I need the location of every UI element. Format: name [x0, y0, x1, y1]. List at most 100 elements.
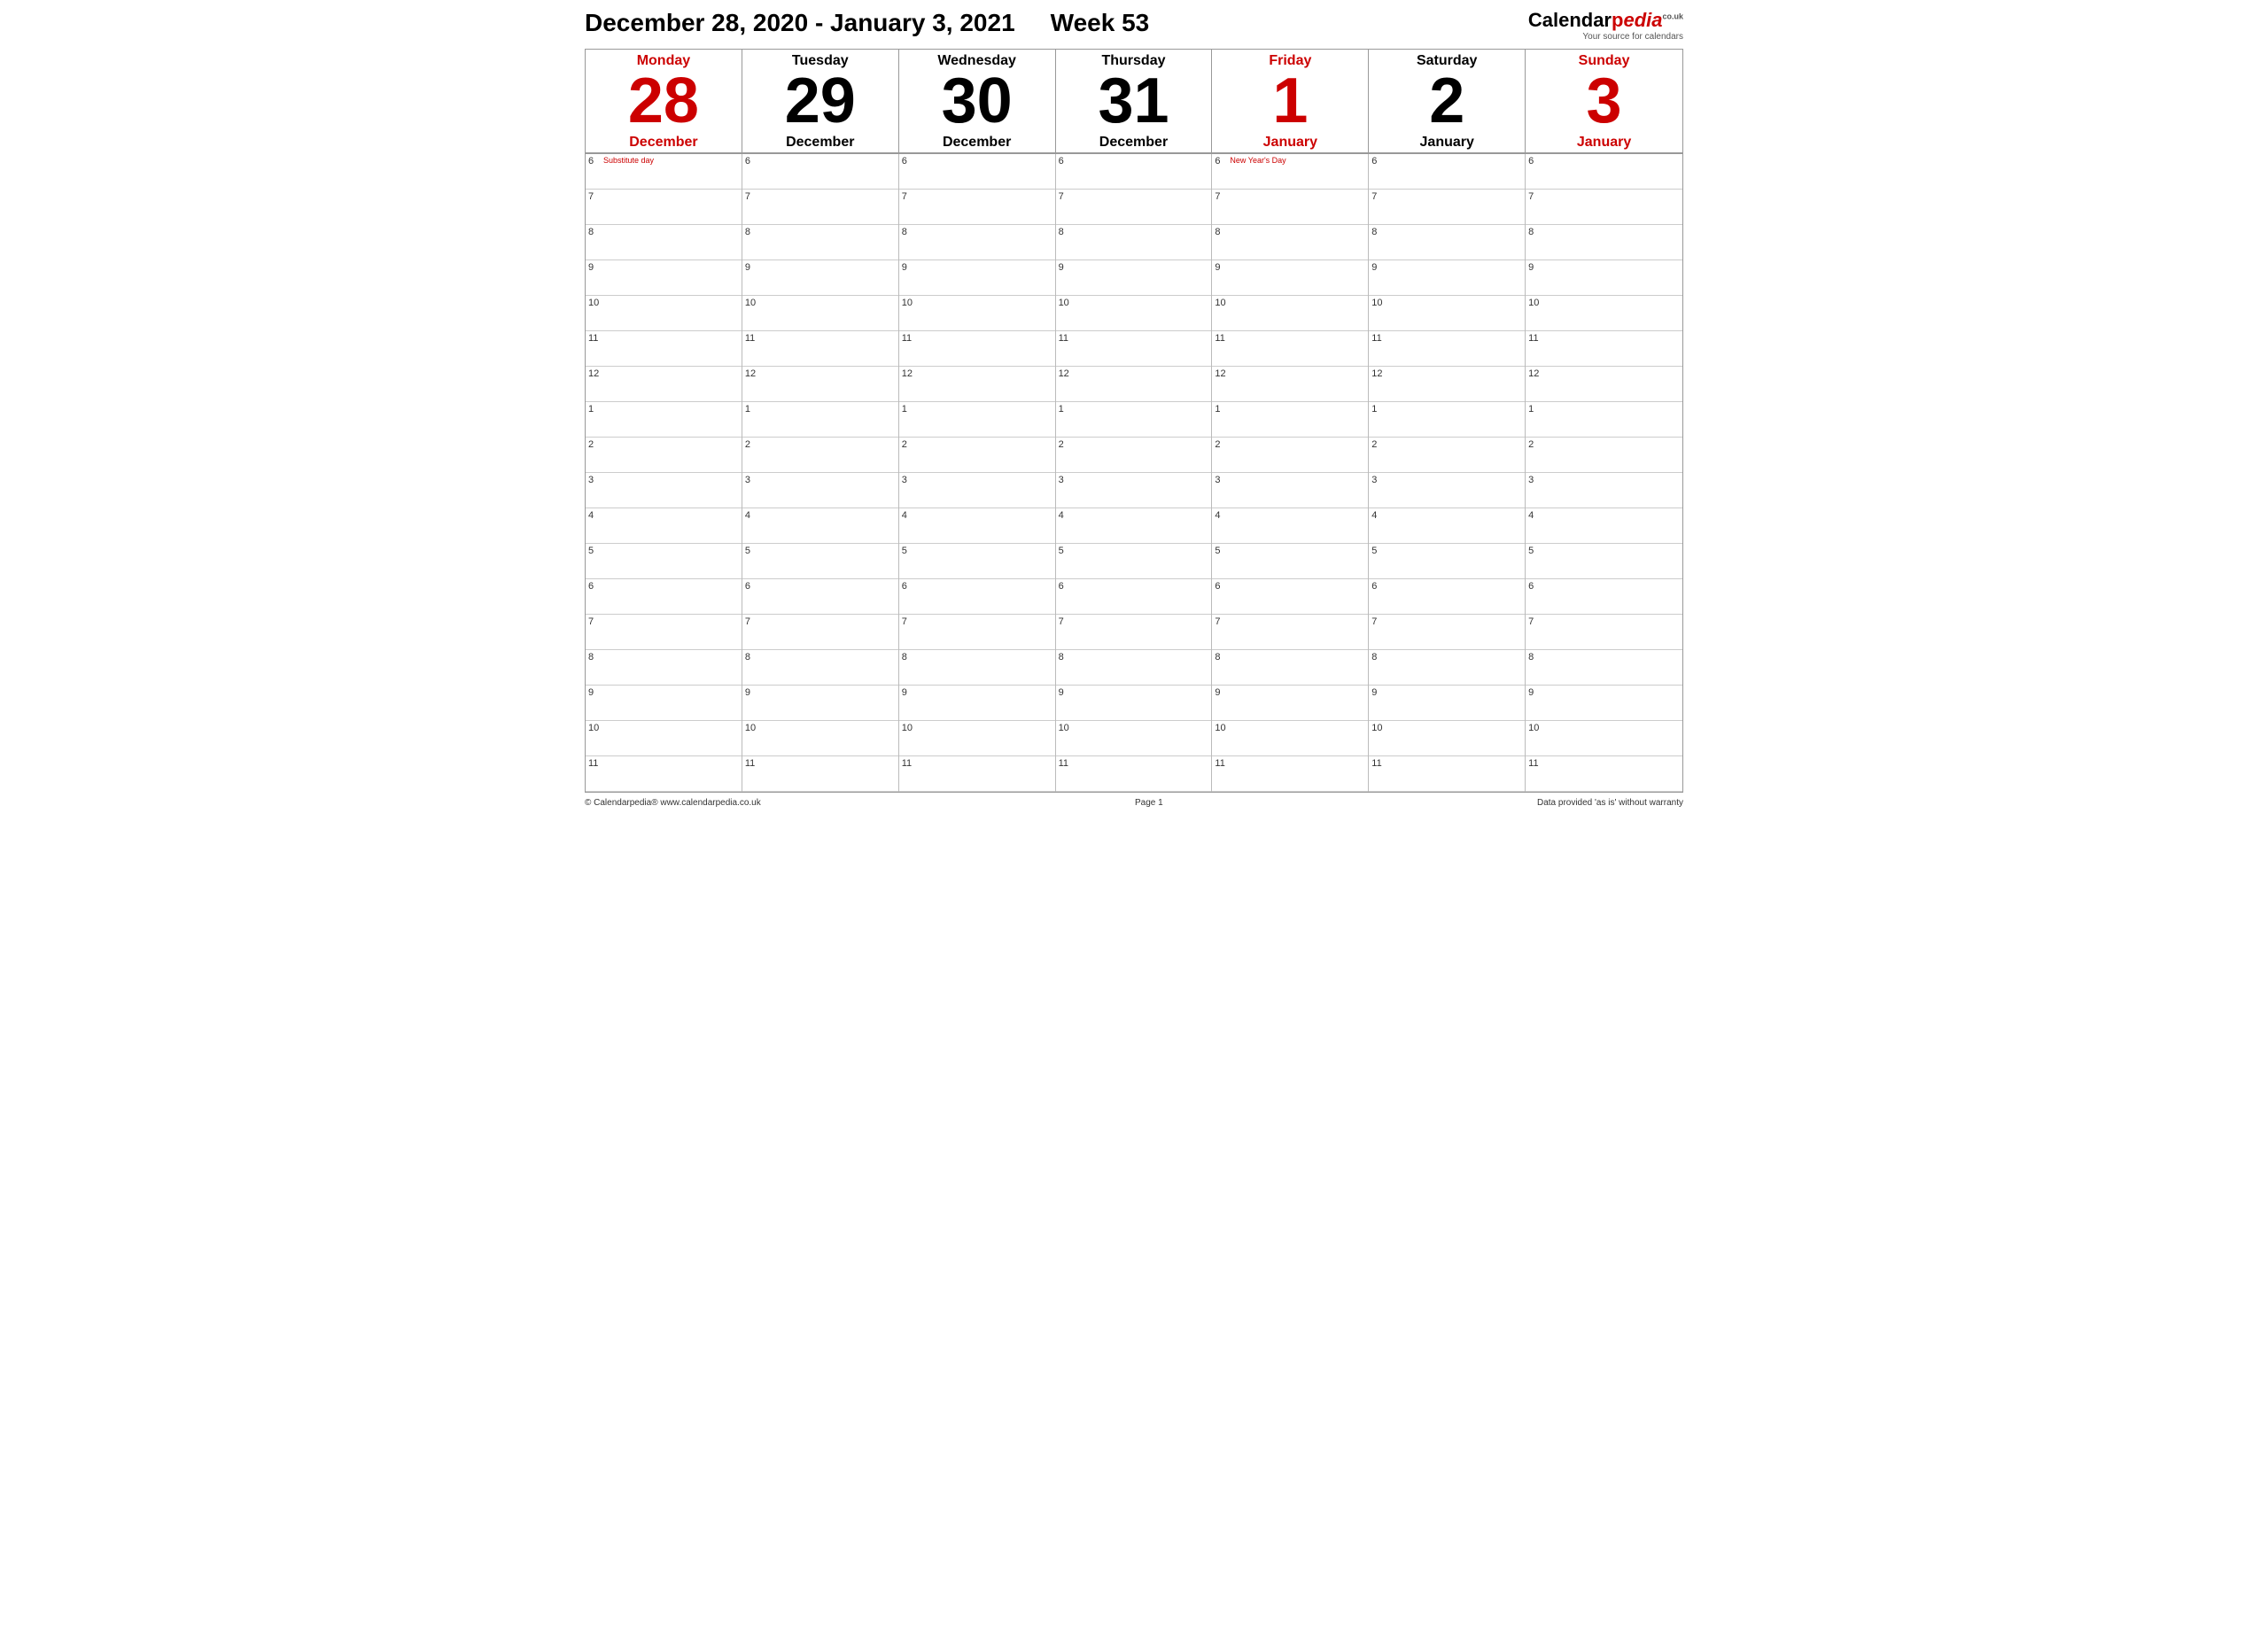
- time-row[interactable]: 12: [1212, 367, 1368, 402]
- time-row[interactable]: 11: [1056, 331, 1212, 367]
- time-row[interactable]: 7: [1369, 190, 1525, 225]
- time-row[interactable]: 9: [1526, 686, 1682, 721]
- time-row[interactable]: 11: [1369, 756, 1525, 792]
- time-row[interactable]: 9: [1212, 686, 1368, 721]
- time-row[interactable]: 1: [1369, 402, 1525, 438]
- time-row[interactable]: 8: [1056, 225, 1212, 260]
- time-row[interactable]: 9: [1056, 686, 1212, 721]
- time-row[interactable]: 11: [1212, 756, 1368, 792]
- time-row[interactable]: 12: [1369, 367, 1525, 402]
- time-row[interactable]: 11: [899, 331, 1055, 367]
- time-row[interactable]: 11: [1212, 331, 1368, 367]
- time-row[interactable]: 5: [1212, 544, 1368, 579]
- time-row[interactable]: 8: [1056, 650, 1212, 686]
- time-row[interactable]: 10: [1526, 721, 1682, 756]
- time-row[interactable]: 5: [1369, 544, 1525, 579]
- time-row[interactable]: 8: [586, 225, 742, 260]
- time-row[interactable]: 10: [1212, 296, 1368, 331]
- time-row[interactable]: 3: [1056, 473, 1212, 508]
- time-row[interactable]: 2: [586, 438, 742, 473]
- time-row[interactable]: 2: [899, 438, 1055, 473]
- time-row[interactable]: 6: [1056, 154, 1212, 190]
- time-row[interactable]: 3: [1369, 473, 1525, 508]
- time-row[interactable]: 7: [586, 190, 742, 225]
- time-row[interactable]: 1: [586, 402, 742, 438]
- time-row[interactable]: 8: [1369, 225, 1525, 260]
- time-row[interactable]: 2: [742, 438, 898, 473]
- time-row[interactable]: 9: [899, 686, 1055, 721]
- time-row[interactable]: 3: [586, 473, 742, 508]
- time-row[interactable]: 7: [742, 190, 898, 225]
- time-row[interactable]: 9: [586, 260, 742, 296]
- time-row[interactable]: 9: [1056, 260, 1212, 296]
- time-row[interactable]: 2: [1369, 438, 1525, 473]
- time-row[interactable]: 6: [586, 579, 742, 615]
- time-row[interactable]: 10: [1056, 296, 1212, 331]
- time-row[interactable]: 1: [1526, 402, 1682, 438]
- time-row[interactable]: 11: [1526, 331, 1682, 367]
- time-row[interactable]: 7: [899, 615, 1055, 650]
- time-row[interactable]: 8: [899, 225, 1055, 260]
- time-row[interactable]: 3: [1212, 473, 1368, 508]
- time-row[interactable]: 1: [742, 402, 898, 438]
- time-row[interactable]: 8: [1212, 650, 1368, 686]
- time-row[interactable]: 12: [1526, 367, 1682, 402]
- time-row[interactable]: 11: [899, 756, 1055, 792]
- time-row[interactable]: 10: [899, 296, 1055, 331]
- time-row[interactable]: 10: [1056, 721, 1212, 756]
- time-row[interactable]: 7: [1212, 190, 1368, 225]
- time-row[interactable]: 7: [1056, 190, 1212, 225]
- time-row[interactable]: 4: [899, 508, 1055, 544]
- time-row[interactable]: 6: [742, 154, 898, 190]
- time-row[interactable]: 6: [899, 579, 1055, 615]
- time-row[interactable]: 6: [899, 154, 1055, 190]
- time-row[interactable]: 10: [586, 296, 742, 331]
- time-row[interactable]: 11: [742, 756, 898, 792]
- time-row[interactable]: 4: [742, 508, 898, 544]
- time-row[interactable]: 8: [742, 650, 898, 686]
- time-row[interactable]: 8: [1526, 225, 1682, 260]
- time-row[interactable]: 9: [586, 686, 742, 721]
- time-row[interactable]: 11: [1526, 756, 1682, 792]
- time-row[interactable]: 5: [1056, 544, 1212, 579]
- time-row[interactable]: 9: [1526, 260, 1682, 296]
- time-row[interactable]: 6: [1212, 579, 1368, 615]
- time-row[interactable]: 8: [1526, 650, 1682, 686]
- time-row[interactable]: 7: [899, 190, 1055, 225]
- time-row[interactable]: 11: [586, 331, 742, 367]
- time-row[interactable]: 6New Year's Day: [1212, 154, 1368, 190]
- time-row[interactable]: 6: [1526, 154, 1682, 190]
- time-row[interactable]: 8: [742, 225, 898, 260]
- time-row[interactable]: 5: [1526, 544, 1682, 579]
- time-row[interactable]: 5: [586, 544, 742, 579]
- time-row[interactable]: 3: [742, 473, 898, 508]
- time-row[interactable]: 10: [742, 296, 898, 331]
- time-row[interactable]: 8: [586, 650, 742, 686]
- time-row[interactable]: 9: [899, 260, 1055, 296]
- time-row[interactable]: 9: [742, 260, 898, 296]
- time-row[interactable]: 6: [1369, 579, 1525, 615]
- time-row[interactable]: 10: [742, 721, 898, 756]
- time-row[interactable]: 1: [899, 402, 1055, 438]
- time-row[interactable]: 5: [899, 544, 1055, 579]
- time-row[interactable]: 7: [1056, 615, 1212, 650]
- time-row[interactable]: 1: [1212, 402, 1368, 438]
- time-row[interactable]: 4: [1212, 508, 1368, 544]
- time-row[interactable]: 7: [742, 615, 898, 650]
- time-row[interactable]: 9: [1212, 260, 1368, 296]
- time-row[interactable]: 9: [742, 686, 898, 721]
- time-row[interactable]: 12: [899, 367, 1055, 402]
- time-row[interactable]: 3: [1526, 473, 1682, 508]
- time-row[interactable]: 10: [899, 721, 1055, 756]
- time-row[interactable]: 10: [1212, 721, 1368, 756]
- time-row[interactable]: 8: [1369, 650, 1525, 686]
- time-row[interactable]: 7: [1369, 615, 1525, 650]
- time-row[interactable]: 12: [742, 367, 898, 402]
- time-row[interactable]: 10: [1526, 296, 1682, 331]
- time-row[interactable]: 3: [899, 473, 1055, 508]
- time-row[interactable]: 12: [1056, 367, 1212, 402]
- time-row[interactable]: 6: [742, 579, 898, 615]
- time-row[interactable]: 10: [586, 721, 742, 756]
- time-row[interactable]: 2: [1212, 438, 1368, 473]
- time-row[interactable]: 4: [1369, 508, 1525, 544]
